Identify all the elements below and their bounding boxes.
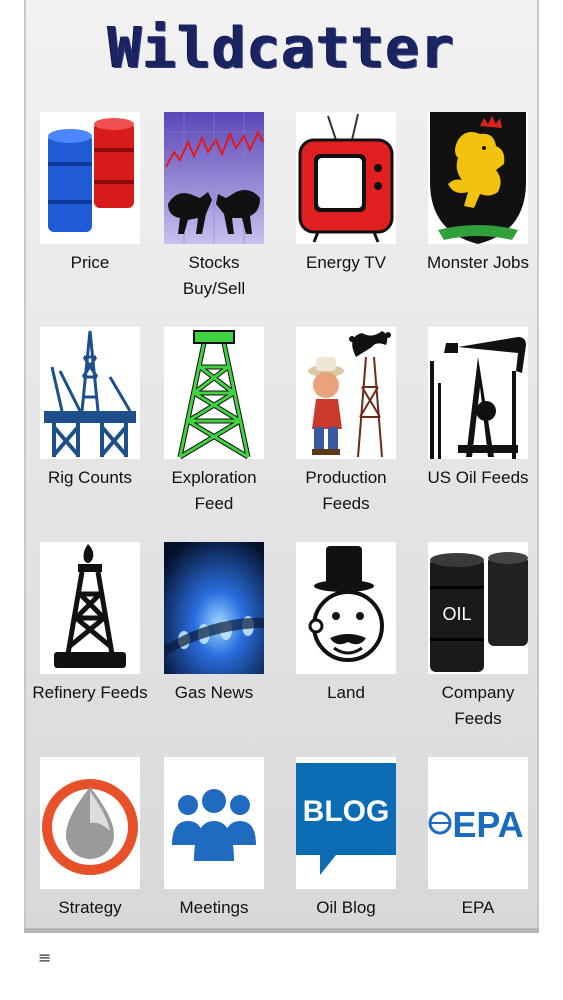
- bull-bear-chart-icon: [164, 112, 264, 244]
- lion-crest-icon: [428, 112, 528, 244]
- tile-label: Production Feeds: [305, 468, 387, 513]
- oil-drum-text: OIL: [442, 604, 471, 624]
- tile-label: EPA: [461, 898, 495, 917]
- tile-price[interactable]: Price: [24, 112, 156, 276]
- tile-label: Oil Blog: [316, 898, 376, 917]
- tile-label: Stocks Buy/Sell: [182, 253, 246, 298]
- tile-energy-tv[interactable]: Energy TV: [280, 112, 412, 276]
- monopoly-man-icon: [296, 542, 396, 674]
- tile-label: Energy TV: [305, 253, 386, 272]
- tile-label: Land: [327, 683, 365, 702]
- tile-label: Meetings: [179, 898, 249, 917]
- tile-label: Exploration Feed: [171, 468, 257, 513]
- tile-label: Strategy: [58, 898, 122, 917]
- epa-logo-icon: EPA: [428, 757, 528, 889]
- blog-bubble-icon: BLOG: [296, 757, 396, 889]
- tile-rig-counts[interactable]: Rig Counts: [24, 327, 156, 491]
- tile-stocks-buy-sell[interactable]: Stocks Buy/Sell: [148, 112, 280, 302]
- gas-flame-icon: [164, 542, 264, 674]
- people-group-icon: [164, 757, 264, 889]
- tile-label: Price: [70, 253, 110, 272]
- tile-production-feeds[interactable]: Production Feeds: [280, 327, 412, 517]
- bottom-divider: [24, 928, 539, 933]
- tile-label: Rig Counts: [47, 468, 133, 487]
- tile-label: Gas News: [174, 683, 254, 702]
- flare-derrick-icon: [40, 542, 140, 674]
- gusher-cartoon-icon: [296, 327, 396, 459]
- hamburger-menu-icon[interactable]: ≡: [38, 950, 51, 966]
- tv-icon: [296, 112, 396, 244]
- oil-drop-icon: [40, 757, 140, 889]
- pumpjack-icon: [428, 327, 528, 459]
- oil-barrels-icon: [40, 112, 140, 244]
- green-derrick-icon: [164, 327, 264, 459]
- tile-meetings[interactable]: Meetings: [148, 757, 280, 921]
- blog-text: BLOG: [303, 795, 390, 828]
- tile-label: US Oil Feeds: [427, 468, 529, 487]
- tile-us-oil-feeds[interactable]: US Oil Feeds: [412, 327, 539, 491]
- tile-epa[interactable]: EPA EPA: [412, 757, 539, 921]
- epa-text: EPA: [452, 804, 523, 845]
- oil-drums-icon: OIL: [428, 542, 528, 674]
- tile-land[interactable]: Land: [280, 542, 412, 706]
- tile-company-feeds[interactable]: OIL Company Feeds: [412, 542, 539, 732]
- offshore-rig-icon: [40, 327, 140, 459]
- tile-strategy[interactable]: Strategy: [24, 757, 156, 921]
- tile-oil-blog[interactable]: BLOG Oil Blog: [280, 757, 412, 921]
- tile-refinery-feeds[interactable]: Refinery Feeds: [24, 542, 156, 706]
- app-title: Wildcatter: [107, 16, 456, 81]
- tile-label: Refinery Feeds: [32, 683, 148, 702]
- tile-monster-jobs[interactable]: Monster Jobs: [412, 112, 539, 276]
- tile-label: Monster Jobs: [426, 253, 530, 272]
- app-screen: Wildcatter Price Stocks Buy/Sell Energy …: [24, 0, 539, 933]
- tile-exploration-feed[interactable]: Exploration Feed: [148, 327, 280, 517]
- tile-label: Company Feeds: [441, 683, 515, 728]
- tile-gas-news[interactable]: Gas News: [148, 542, 280, 706]
